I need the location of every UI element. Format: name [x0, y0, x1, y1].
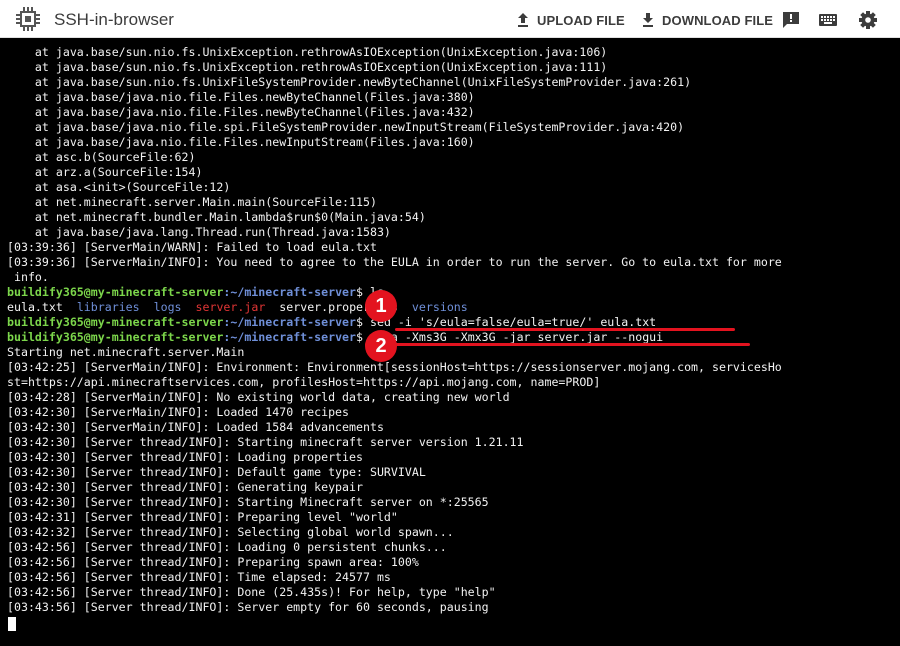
- log-line: [03:39:36] [ServerMain/INFO]: You need t…: [7, 255, 782, 269]
- prompt-user: buildify365@my-minecraft-server: [7, 330, 224, 344]
- stack-line: at arz.a(SourceFile:154): [7, 165, 203, 179]
- dir-logs: logs: [153, 300, 182, 314]
- annotation-underline-2: [365, 343, 750, 346]
- command-line-ls: buildify365@my-minecraft-server:~/minecr…: [7, 285, 384, 300]
- prompt-user: buildify365@my-minecraft-server: [7, 315, 224, 329]
- stack-line: at net.minecraft.bundler.Main.lambda$run…: [7, 210, 426, 224]
- chip-icon: [16, 7, 40, 31]
- log-line: [03:42:56] [Server thread/INFO]: Prepari…: [7, 555, 419, 569]
- log-line: [03:42:31] [Server thread/INFO]: Prepari…: [7, 510, 398, 524]
- stack-line: at java.base/java.nio.file.Files.newInpu…: [7, 135, 475, 149]
- stack-line: at java.base/sun.nio.fs.UnixFileSystemPr…: [7, 75, 692, 89]
- file-eula: eula.txt: [7, 300, 63, 314]
- stack-line: at asa.<init>(SourceFile:12): [7, 180, 231, 194]
- stack-line: at java.base/sun.nio.fs.UnixException.re…: [7, 45, 608, 59]
- feedback-icon[interactable]: [781, 10, 801, 30]
- log-line: [03:42:30] [Server thread/INFO]: Startin…: [7, 435, 524, 449]
- log-line: [03:42:30] [Server thread/INFO]: Loading…: [7, 450, 363, 464]
- log-line: [03:42:30] [Server thread/INFO]: Generat…: [7, 480, 363, 494]
- terminal[interactable]: at java.base/sun.nio.fs.UnixException.re…: [0, 38, 900, 646]
- stack-line: at java.base/java.lang.Thread.run(Thread…: [7, 225, 391, 239]
- log-line: [03:42:30] [ServerMain/INFO]: Loaded 147…: [7, 405, 350, 419]
- log-line: [03:42:25] [ServerMain/INFO]: Environmen…: [7, 360, 782, 374]
- stack-line: at java.base/sun.nio.fs.UnixException.re…: [7, 60, 608, 74]
- command-text: sed -i 's/eula=false/eula=true/' eula.tx…: [369, 315, 657, 329]
- app-title: SSH-in-browser: [54, 10, 174, 29]
- log-line: [03:42:56] [Server thread/INFO]: Done (2…: [7, 585, 496, 599]
- download-file-button[interactable]: DOWNLOAD FILE: [640, 10, 773, 30]
- log-line: [03:39:36] [ServerMain/WARN]: Failed to …: [7, 240, 377, 254]
- upload-file-button[interactable]: UPLOAD FILE: [515, 10, 625, 30]
- annotation-badge-2: 2: [365, 330, 397, 362]
- download-file-label: DOWNLOAD FILE: [662, 12, 774, 28]
- log-line: [03:42:30] [Server thread/INFO]: Startin…: [7, 495, 489, 509]
- command-text: java -Xms3G -Xmx3G -jar server.jar --nog…: [369, 330, 664, 344]
- prompt-path: :~/minecraft-server: [223, 315, 357, 329]
- stack-line: at java.base/java.nio.file.Files.newByte…: [7, 105, 475, 119]
- prompt-dollar: $: [356, 315, 370, 329]
- keyboard-icon[interactable]: [818, 10, 838, 30]
- top-bar: SSH-in-browser UPLOAD FILE DOWNLOAD FILE: [0, 0, 900, 38]
- stack-line: at net.minecraft.server.Main.main(Source…: [7, 195, 377, 209]
- stack-line: at java.base/java.nio.file.spi.FileSyste…: [7, 120, 685, 134]
- prompt-user: buildify365@my-minecraft-server: [7, 285, 224, 299]
- log-line: st=https://api.minecraftservices.com, pr…: [7, 375, 601, 389]
- prompt-path: :~/minecraft-server: [223, 330, 357, 344]
- log-line: [03:43:56] [Server thread/INFO]: Server …: [7, 600, 489, 614]
- log-line: info.: [7, 270, 49, 284]
- annotation-badge-1: 1: [365, 290, 397, 322]
- prompt-path: :~/minecraft-server: [223, 285, 357, 299]
- file-server-jar: server.jar: [195, 300, 266, 314]
- log-line: [03:42:56] [Server thread/INFO]: Time el…: [7, 570, 391, 584]
- terminal-cursor: [8, 617, 16, 631]
- dir-libraries: libraries: [76, 300, 140, 314]
- log-line: [03:42:30] [Server thread/INFO]: Default…: [7, 465, 426, 479]
- log-line: [03:42:56] [Server thread/INFO]: Loading…: [7, 540, 447, 554]
- download-icon: [643, 13, 653, 27]
- log-line: [03:42:30] [ServerMain/INFO]: Loaded 158…: [7, 420, 384, 434]
- upload-file-label: UPLOAD FILE: [537, 12, 625, 28]
- upload-icon: [518, 13, 528, 27]
- stack-line: at asc.b(SourceFile:62): [7, 150, 196, 164]
- stack-line: at java.base/java.nio.file.Files.newByte…: [7, 90, 475, 104]
- ls-output: eula.txt libraries logs server.jar serve…: [7, 300, 468, 315]
- log-line: Starting net.minecraft.server.Main: [7, 345, 245, 359]
- gear-icon[interactable]: [858, 10, 878, 30]
- log-line: [03:42:32] [Server thread/INFO]: Selecti…: [7, 525, 454, 539]
- log-line: [03:42:28] [ServerMain/INFO]: No existin…: [7, 390, 510, 404]
- dir-versions: versions: [411, 300, 468, 314]
- annotation-underline-1: [395, 328, 735, 331]
